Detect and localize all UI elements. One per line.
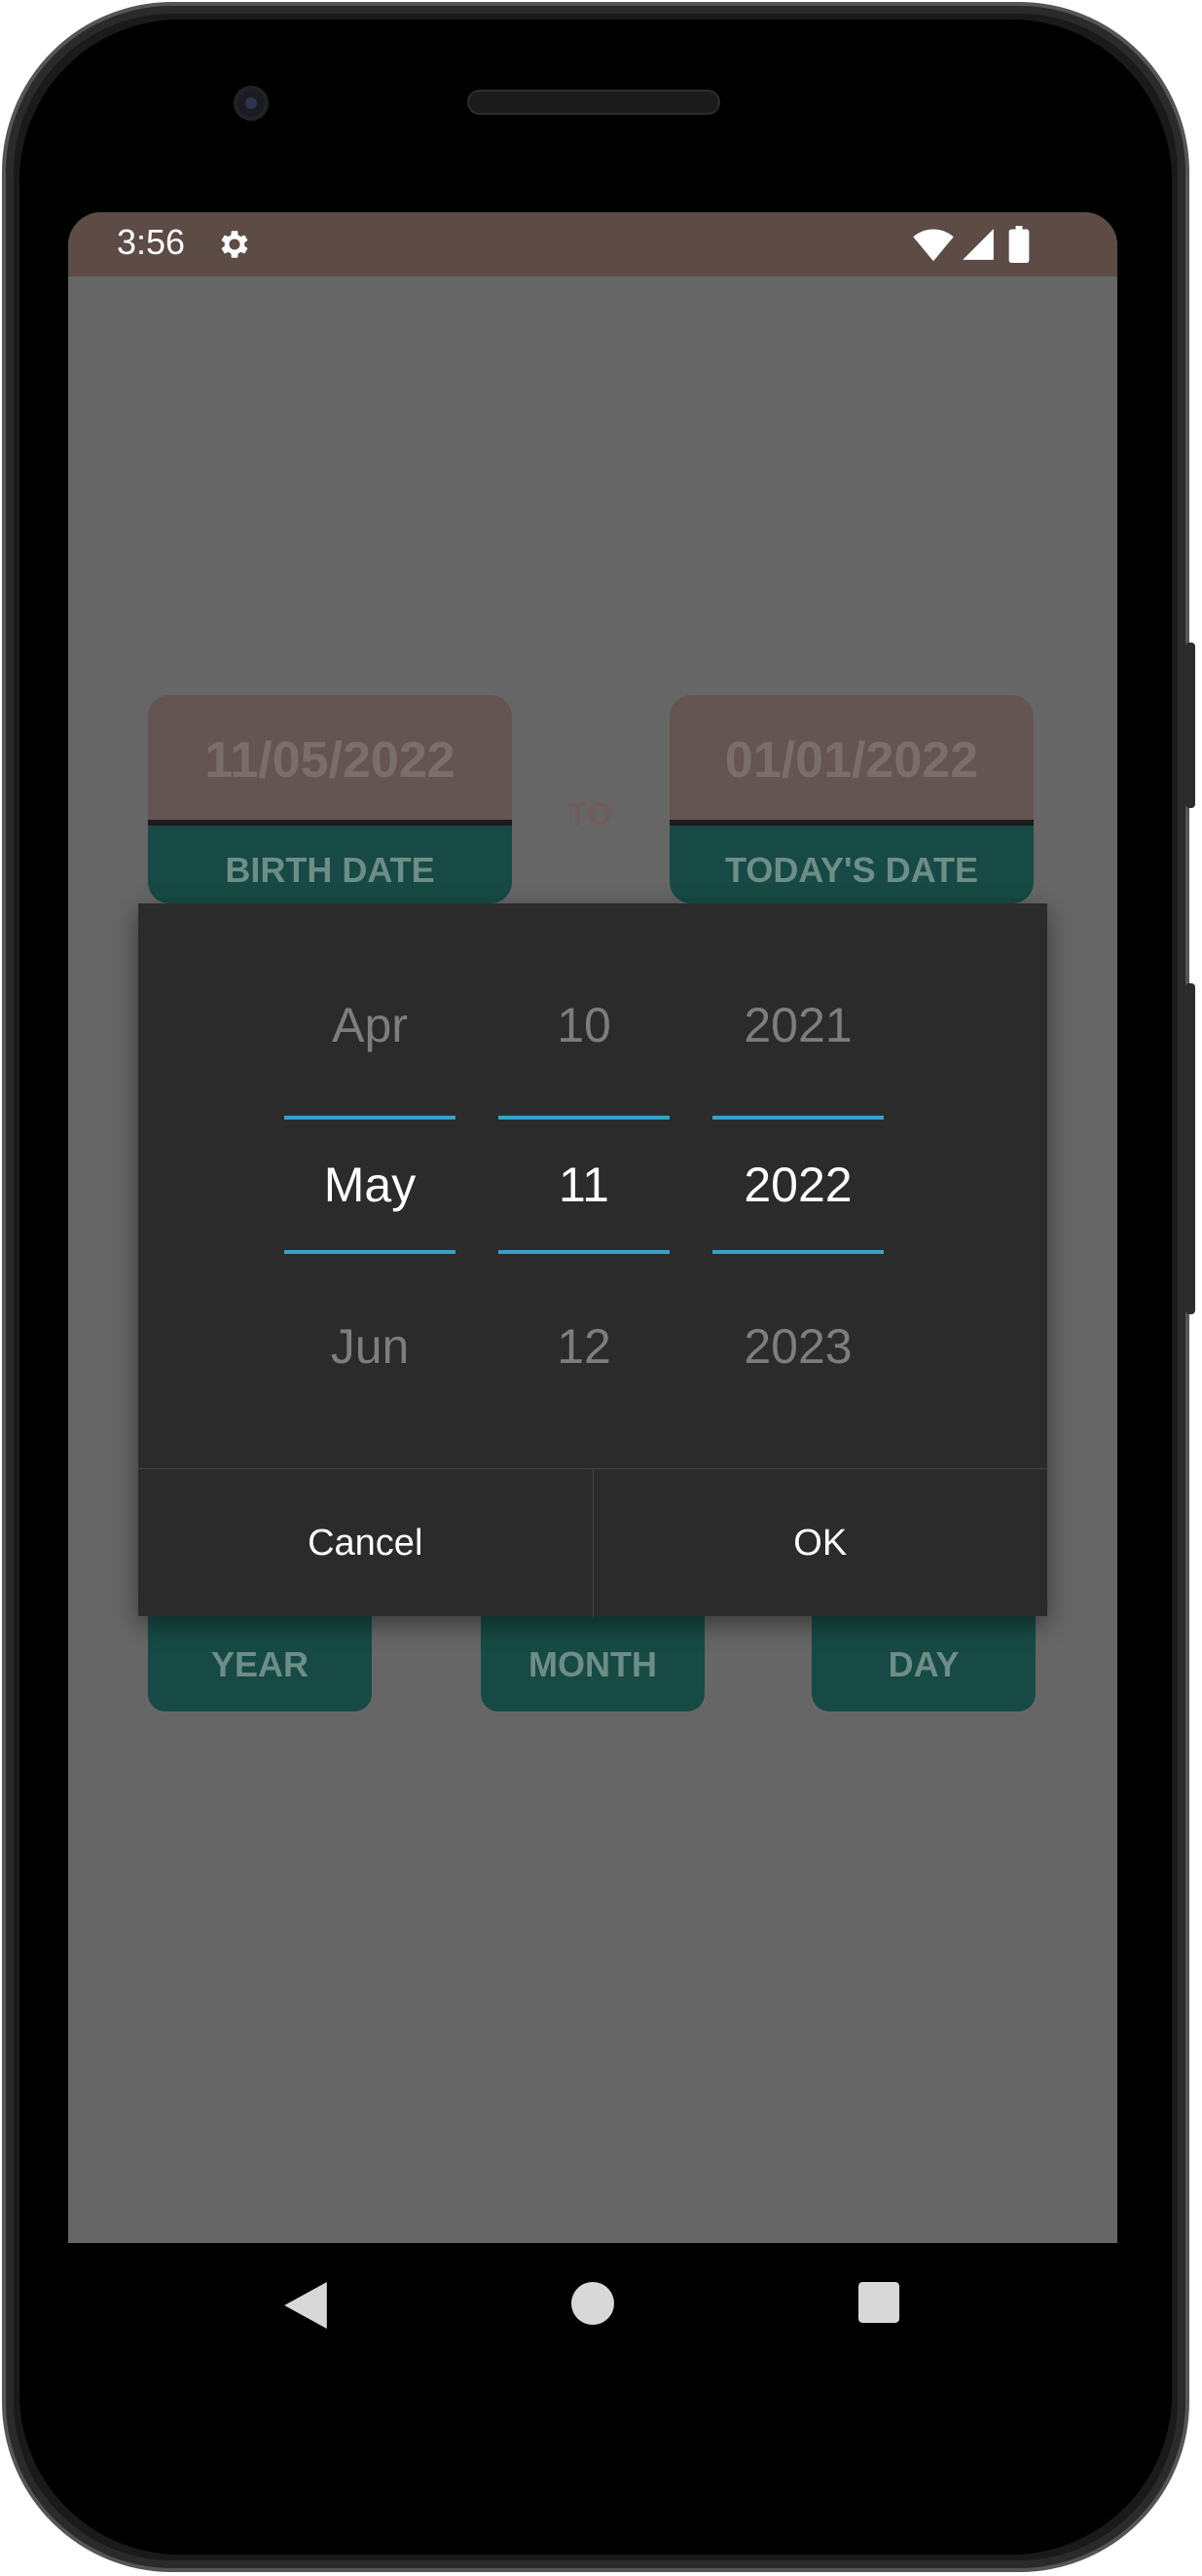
power-button	[1185, 643, 1195, 808]
month-spinner[interactable]: Apr May Jun	[284, 903, 455, 1468]
wifi-icon	[913, 229, 954, 262]
dialog-actions: Cancel OK	[138, 1468, 1047, 1617]
recents-icon[interactable]	[858, 2282, 899, 2323]
day-prev[interactable]: 10	[498, 997, 670, 1053]
ok-button[interactable]: OK	[592, 1469, 1048, 1617]
year-divider-top	[712, 1116, 884, 1120]
home-icon[interactable]	[571, 2282, 614, 2325]
volume-button	[1185, 983, 1195, 1314]
date-picker-dialog: Apr May Jun 10 11 12 2021 2022 2023 Canc…	[138, 903, 1047, 1617]
gear-icon	[221, 231, 248, 258]
month-selected[interactable]: May	[284, 1157, 455, 1213]
year-button[interactable]: YEAR	[148, 1614, 372, 1711]
today-date-label: TODAY'S DATE	[670, 826, 1034, 903]
month-prev[interactable]: Apr	[284, 997, 455, 1053]
year-next[interactable]: 2023	[712, 1318, 884, 1375]
birth-date-card[interactable]: 11/05/2022 BIRTH DATE	[148, 695, 512, 903]
month-divider-top	[284, 1116, 455, 1120]
birth-date-label: BIRTH DATE	[148, 826, 512, 903]
status-time: 3:56	[117, 222, 186, 262]
year-prev[interactable]: 2021	[712, 997, 884, 1053]
battery-icon	[1008, 226, 1030, 263]
day-divider-bottom	[498, 1250, 670, 1254]
signal-icon	[963, 229, 994, 260]
year-selected[interactable]: 2022	[712, 1157, 884, 1213]
navigation-bar	[68, 2243, 1117, 2370]
birth-date-value: 11/05/2022	[148, 695, 512, 826]
year-spinner[interactable]: 2021 2022 2023	[712, 903, 884, 1468]
status-icons	[913, 226, 1049, 263]
month-button[interactable]: MONTH	[481, 1614, 705, 1711]
today-date-value: 01/01/2022	[670, 695, 1034, 826]
year-divider-bottom	[712, 1250, 884, 1254]
front-camera	[234, 86, 269, 121]
back-icon[interactable]	[284, 2282, 327, 2329]
month-divider-bottom	[284, 1250, 455, 1254]
today-date-card[interactable]: 01/01/2022 TODAY'S DATE	[670, 695, 1034, 903]
day-button[interactable]: DAY	[812, 1614, 1036, 1711]
screen: 3:56 11/05/2022 BIRTH DATE TO 01/01/2022…	[68, 212, 1117, 2243]
earpiece-speaker	[467, 90, 720, 115]
day-next[interactable]: 12	[498, 1318, 670, 1375]
cancel-button[interactable]: Cancel	[138, 1469, 593, 1617]
day-spinner[interactable]: 10 11 12	[498, 903, 670, 1468]
to-label: TO	[567, 796, 613, 833]
day-divider-top	[498, 1116, 670, 1120]
status-bar: 3:56	[68, 212, 1117, 276]
month-next[interactable]: Jun	[284, 1318, 455, 1375]
day-selected[interactable]: 11	[498, 1157, 670, 1213]
